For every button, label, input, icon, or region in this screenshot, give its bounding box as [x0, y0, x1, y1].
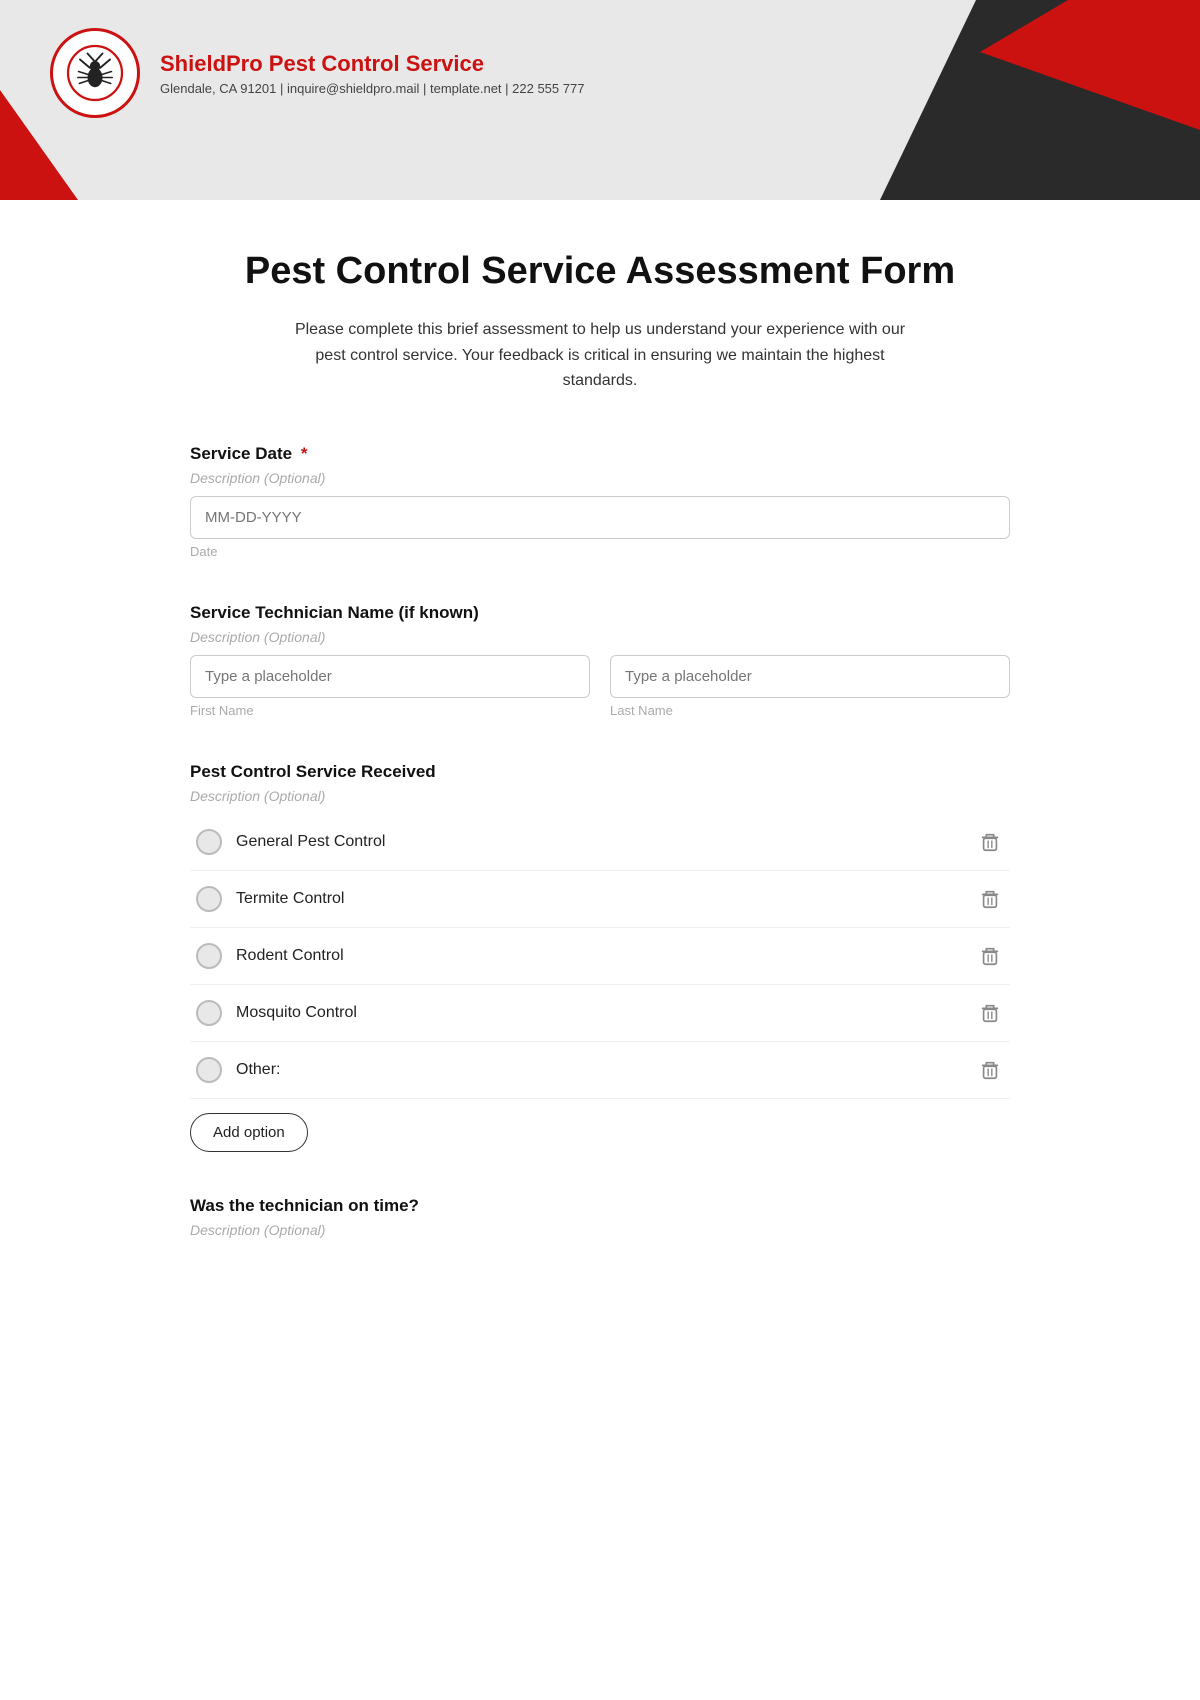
- radio-circle[interactable]: [196, 829, 222, 855]
- company-details: Glendale, CA 91201 | inquire@shieldpro.m…: [160, 81, 584, 96]
- company-name: ShieldPro Pest Control Service: [160, 51, 584, 77]
- service-received-description: Description (Optional): [190, 788, 1010, 804]
- form-description: Please complete this brief assessment to…: [280, 317, 920, 394]
- last-name-input[interactable]: [610, 655, 1010, 698]
- radio-option-row: Other:: [190, 1042, 1010, 1099]
- last-name-wrapper: Last Name: [610, 655, 1010, 718]
- section-service-received: Pest Control Service Received Descriptio…: [190, 762, 1010, 1152]
- delete-option-icon[interactable]: [976, 828, 1004, 856]
- delete-option-icon[interactable]: [976, 999, 1004, 1027]
- company-logo: [50, 28, 140, 118]
- radio-option-left: Termite Control: [196, 886, 344, 912]
- on-time-label: Was the technician on time?: [190, 1196, 1010, 1216]
- on-time-description: Description (Optional): [190, 1222, 1010, 1238]
- name-fields-group: First Name Last Name: [190, 655, 1010, 718]
- service-received-label: Pest Control Service Received: [190, 762, 1010, 782]
- delete-option-icon[interactable]: [976, 1056, 1004, 1084]
- radio-circle[interactable]: [196, 1057, 222, 1083]
- main-content: Pest Control Service Assessment Form Ple…: [0, 200, 1200, 1332]
- delete-option-icon[interactable]: [976, 942, 1004, 970]
- page-header: ShieldPro Pest Control Service Glendale,…: [0, 0, 1200, 200]
- service-date-description: Description (Optional): [190, 470, 1010, 486]
- radio-option-left: General Pest Control: [196, 829, 385, 855]
- first-name-sublabel: First Name: [190, 703, 590, 718]
- radio-circle[interactable]: [196, 1000, 222, 1026]
- service-date-label: Service Date *: [190, 444, 1010, 464]
- first-name-wrapper: First Name: [190, 655, 590, 718]
- logo-svg: [65, 43, 125, 103]
- delete-option-icon[interactable]: [976, 885, 1004, 913]
- technician-name-label: Service Technician Name (if known): [190, 603, 1010, 623]
- first-name-input[interactable]: [190, 655, 590, 698]
- radio-option-row: General Pest Control: [190, 814, 1010, 871]
- radio-option-left: Mosquito Control: [196, 1000, 357, 1026]
- radio-option-left: Other:: [196, 1057, 280, 1083]
- form-title: Pest Control Service Assessment Form: [190, 250, 1010, 293]
- section-technician-name: Service Technician Name (if known) Descr…: [190, 603, 1010, 718]
- radio-label: Mosquito Control: [236, 1004, 357, 1022]
- radio-option-left: Rodent Control: [196, 943, 344, 969]
- company-info: ShieldPro Pest Control Service Glendale,…: [160, 51, 584, 96]
- last-name-sublabel: Last Name: [610, 703, 1010, 718]
- header-content: ShieldPro Pest Control Service Glendale,…: [0, 0, 1200, 146]
- section-on-time: Was the technician on time? Description …: [190, 1196, 1010, 1238]
- service-date-sublabel: Date: [190, 544, 1010, 559]
- radio-label: Other:: [236, 1061, 280, 1079]
- radio-label: Rodent Control: [236, 947, 344, 965]
- service-date-input[interactable]: [190, 496, 1010, 539]
- technician-name-description: Description (Optional): [190, 629, 1010, 645]
- radio-option-row: Termite Control: [190, 871, 1010, 928]
- radio-option-row: Mosquito Control: [190, 985, 1010, 1042]
- radio-label: General Pest Control: [236, 833, 385, 851]
- service-options-list: General Pest Control Termite Control: [190, 814, 1010, 1099]
- section-service-date: Service Date * Description (Optional) Da…: [190, 444, 1010, 559]
- radio-circle[interactable]: [196, 886, 222, 912]
- radio-option-row: Rodent Control: [190, 928, 1010, 985]
- radio-label: Termite Control: [236, 890, 344, 908]
- radio-circle[interactable]: [196, 943, 222, 969]
- required-asterisk: *: [301, 444, 308, 463]
- add-option-button[interactable]: Add option: [190, 1113, 308, 1152]
